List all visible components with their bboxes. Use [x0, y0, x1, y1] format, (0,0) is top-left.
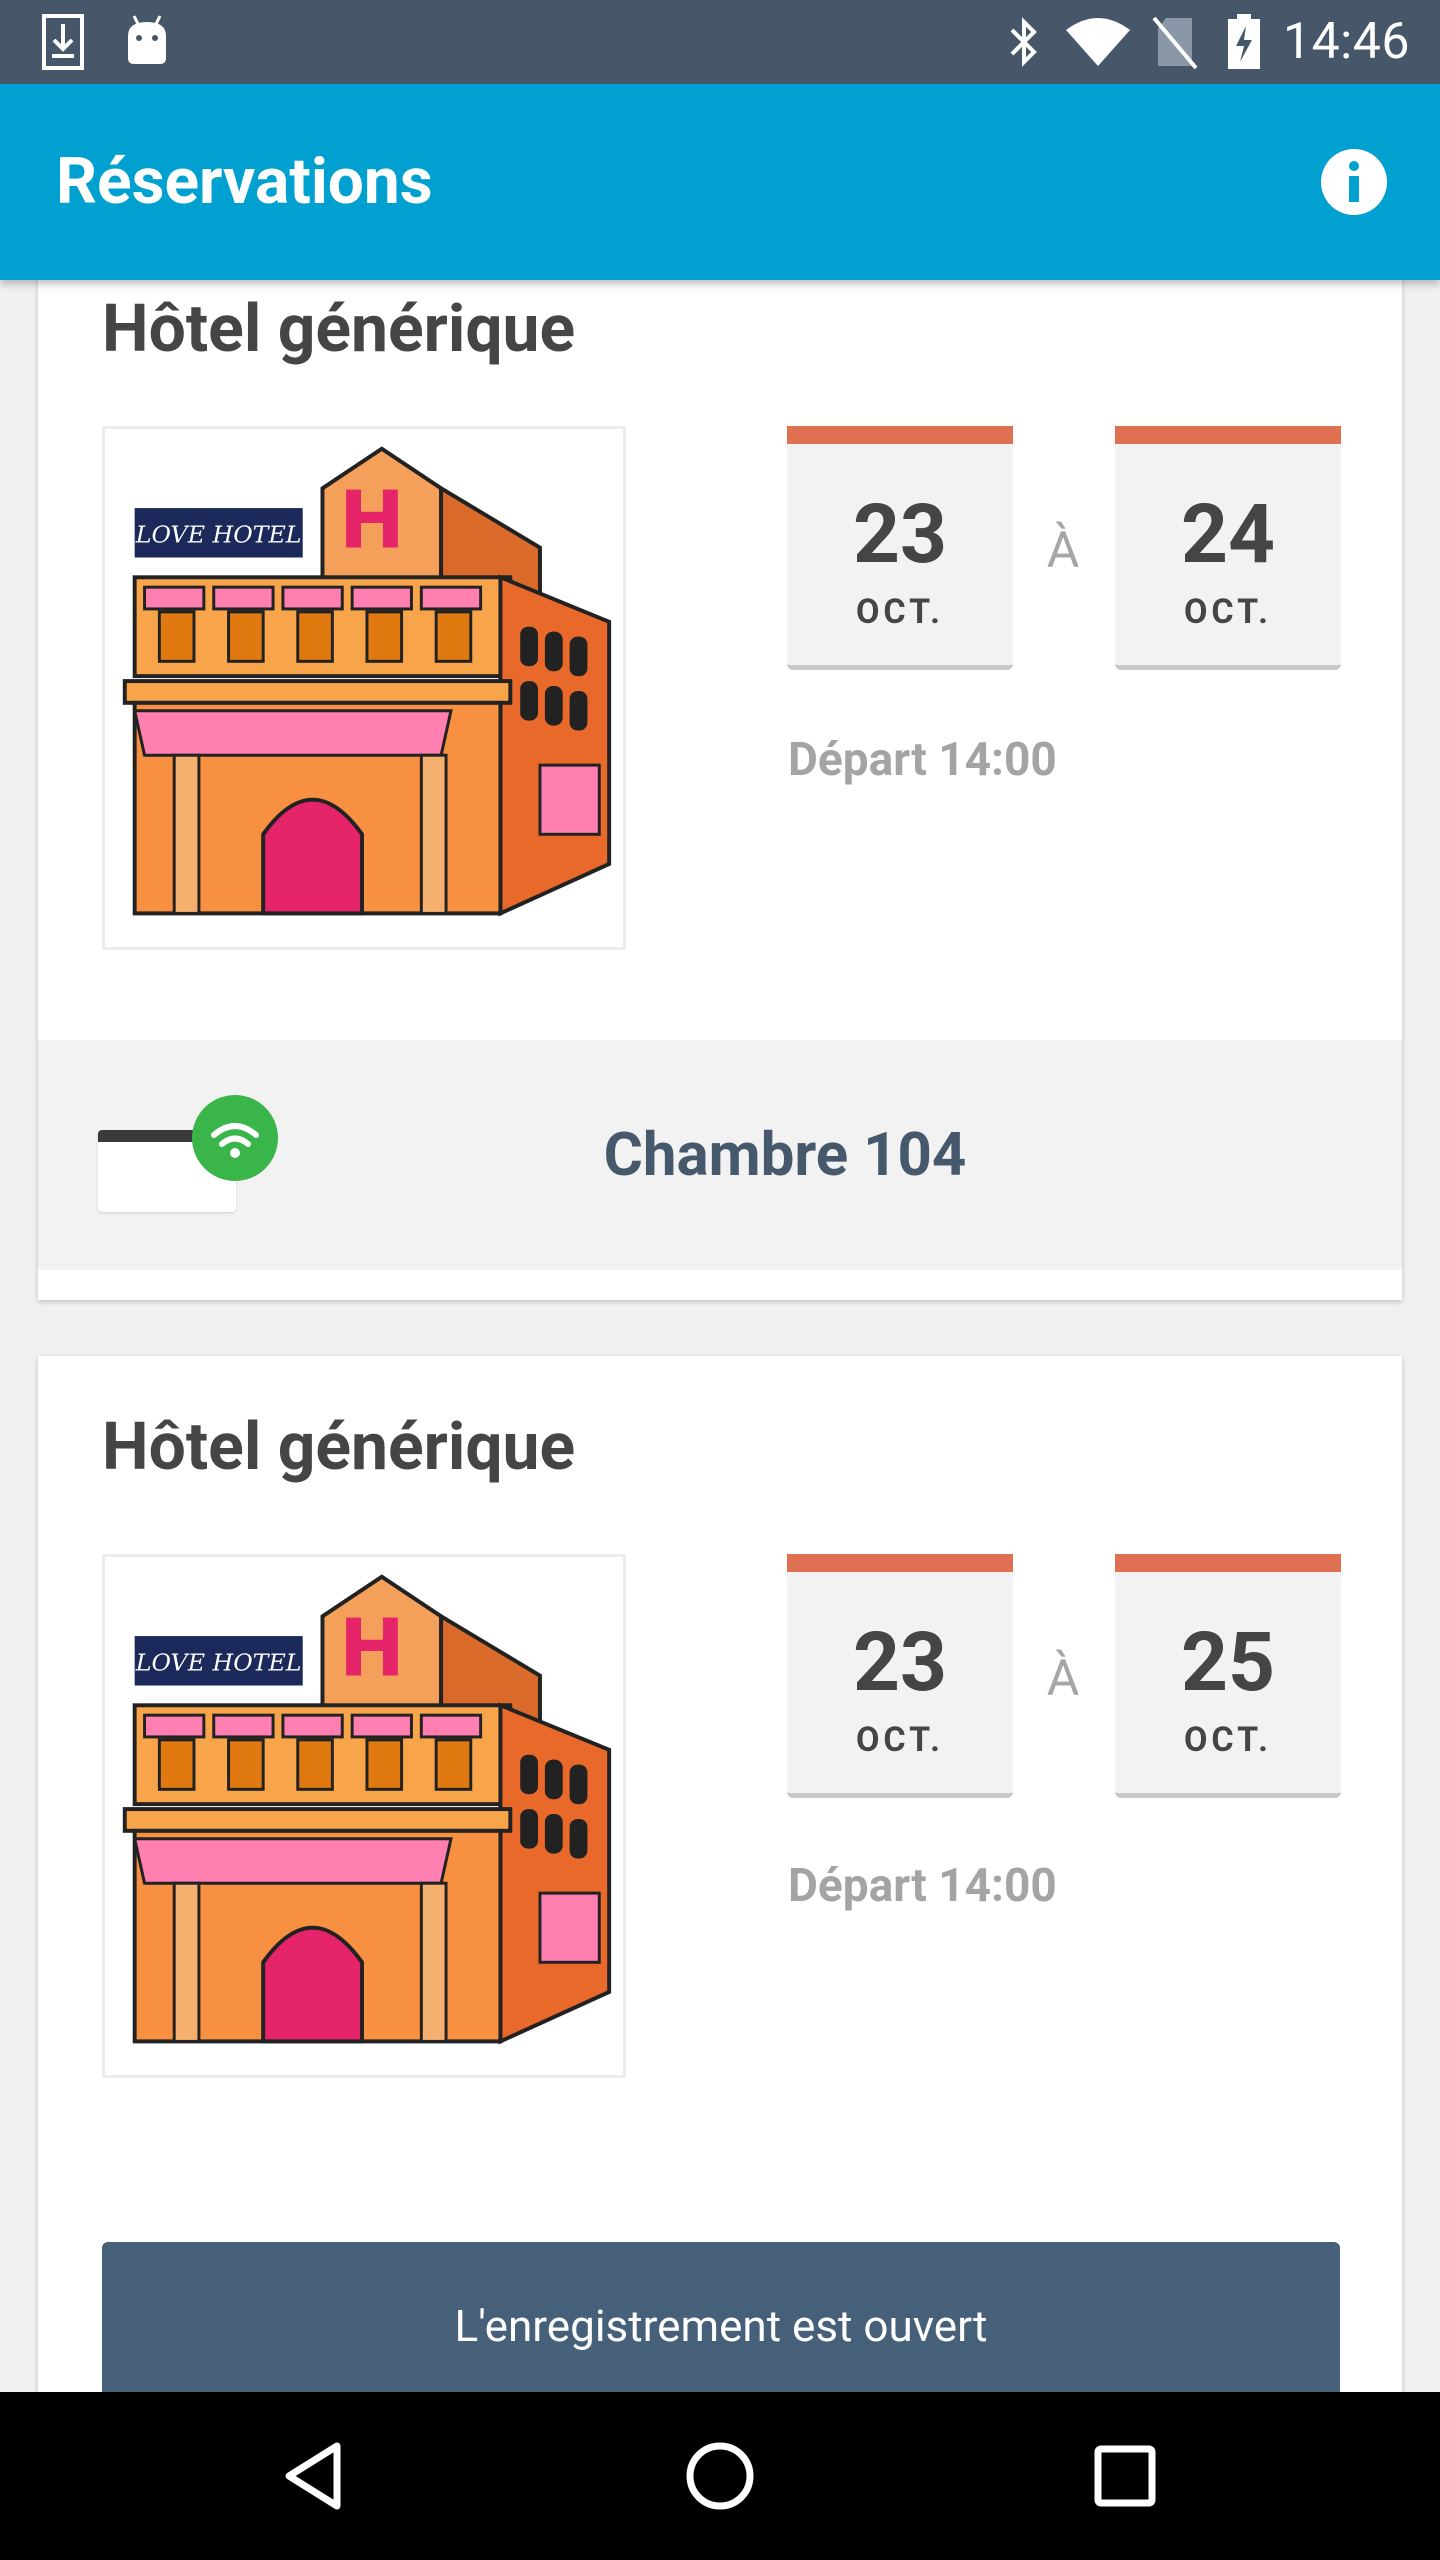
clock: 14:46: [1282, 13, 1410, 71]
reservation-card[interactable]: Hôtel générique LOVE HOTEL H 23 OCT. À 2…: [38, 1356, 1402, 2392]
svg-text:LOVE HOTEL: LOVE HOTEL: [135, 1649, 302, 1677]
date-separator: À: [1046, 522, 1080, 580]
no-sim-icon: [1152, 16, 1198, 70]
hotel-name: Hôtel générique: [102, 1409, 576, 1486]
wifi-icon: [1066, 18, 1130, 66]
android-icon: [128, 15, 166, 64]
hotel-image: LOVE HOTEL H: [102, 426, 626, 950]
reservation-card[interactable]: Hôtel générique LOVE HOTEL H 23 OCT. À 2…: [38, 280, 1402, 1300]
download-icon: [42, 14, 84, 70]
battery-charging-icon: [1228, 14, 1260, 69]
svg-text:H: H: [339, 1603, 405, 1695]
hotel-name: Hôtel générique: [102, 291, 576, 368]
hotel-illustration: LOVE HOTEL H: [122, 446, 612, 917]
departure-time: Départ 14:00: [788, 733, 1057, 787]
arrival-date: 23 OCT.: [787, 426, 1013, 670]
recents-icon[interactable]: [1075, 2426, 1175, 2526]
svg-text:H: H: [339, 475, 405, 567]
back-icon[interactable]: [265, 2426, 365, 2526]
date-separator: À: [1046, 1650, 1080, 1708]
room-key-bar[interactable]: Chambre 104: [38, 1040, 1402, 1270]
hotel-image: LOVE HOTEL H: [102, 1554, 626, 2078]
status-bar: 14:46: [0, 0, 1440, 84]
departure-month: OCT.: [1183, 1720, 1273, 1760]
departure-date: 24 OCT.: [1115, 426, 1341, 670]
room-number: Chambre 104: [603, 1119, 967, 1190]
arrival-date: 23 OCT.: [787, 1554, 1013, 1798]
svg-text:LOVE HOTEL: LOVE HOTEL: [135, 521, 302, 549]
arrival-month: OCT.: [855, 1720, 945, 1760]
arrival-day: 23: [852, 487, 948, 583]
app-bar: Réservations: [0, 84, 1440, 280]
departure-month: OCT.: [1183, 592, 1273, 632]
checkin-button[interactable]: L'enregistrement est ouvert: [102, 2242, 1340, 2392]
hotel-illustration: LOVE HOTEL H: [122, 1574, 612, 2045]
reservation-list[interactable]: Hôtel générique LOVE HOTEL H 23 OCT. À 2…: [0, 280, 1440, 2392]
departure-date: 25 OCT.: [1115, 1554, 1341, 1798]
arrival-month: OCT.: [855, 592, 945, 632]
wifi-badge-icon: [192, 1095, 278, 1181]
info-icon[interactable]: [1320, 148, 1388, 216]
arrival-day: 23: [852, 1615, 948, 1711]
page-title: Réservations: [56, 144, 433, 219]
departure-time: Départ 14:00: [788, 1859, 1057, 1913]
home-icon[interactable]: [670, 2426, 770, 2526]
departure-day: 24: [1180, 487, 1276, 583]
bluetooth-icon: [1010, 17, 1037, 67]
navigation-bar: [0, 2392, 1440, 2560]
departure-day: 25: [1180, 1615, 1276, 1711]
